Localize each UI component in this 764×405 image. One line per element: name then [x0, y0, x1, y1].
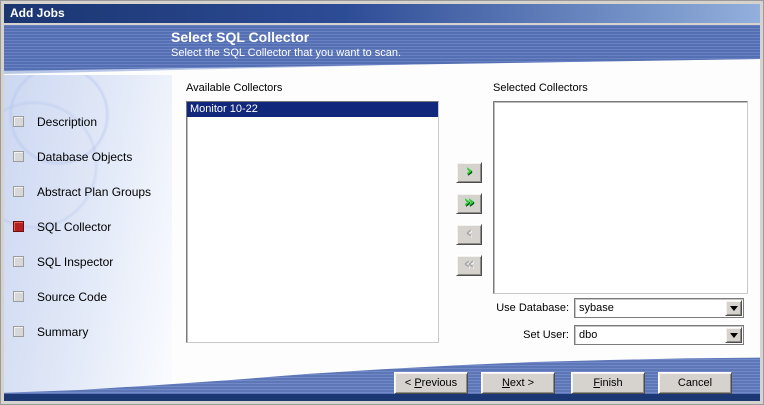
sidebar-item-description: Description — [4, 104, 172, 139]
chevron-right-icon: › — [465, 160, 473, 181]
set-user-select[interactable]: dbo — [574, 325, 744, 345]
move-all-right-button[interactable]: » — [456, 193, 482, 214]
use-database-dropdown-icon[interactable] — [725, 300, 742, 316]
wizard-steps-sidebar: Description Database Objects Abstract Plan… — [4, 75, 172, 394]
step-label: Description — [37, 114, 98, 129]
down-arrow-icon — [729, 305, 738, 311]
step-label: Summary — [37, 324, 89, 339]
sidebar-item-abstract-plan-groups: Abstract Plan Groups — [4, 174, 172, 209]
dialog-body: Select SQL Collector Select the SQL Coll… — [4, 25, 760, 401]
use-database-value: sybase — [579, 302, 614, 314]
finish-button[interactable]: Finish — [571, 372, 645, 394]
sidebar-item-database-objects: Database Objects — [4, 139, 172, 174]
previous-label: < — [404, 377, 415, 389]
set-user-label: Set User: — [523, 329, 569, 341]
step-status-icon — [13, 221, 24, 232]
move-left-button: ‹ — [456, 224, 482, 245]
set-user-value: dbo — [579, 329, 598, 341]
window-title: Add Jobs — [10, 6, 65, 20]
step-status-icon — [13, 326, 24, 337]
move-right-button[interactable]: › — [456, 162, 482, 183]
page-title: Select SQL Collector — [171, 29, 310, 45]
step-label: Source Code — [37, 289, 108, 304]
chevron-left-icon: ‹ — [465, 222, 473, 243]
sidebar-item-summary: Summary — [4, 314, 172, 349]
next-button[interactable]: Next > — [481, 372, 555, 394]
bottom-strip-decoration — [4, 394, 760, 401]
use-database-label: Use Database: — [496, 302, 569, 314]
step-status-icon — [13, 116, 24, 127]
set-user-dropdown-icon[interactable] — [725, 327, 742, 343]
double-chevron-left-icon: « — [463, 253, 475, 274]
page-subtitle: Select the SQL Collector that you want t… — [171, 47, 402, 59]
sidebar-item-sql-collector: SQL Collector — [4, 209, 172, 244]
sidebar-item-sql-inspector: SQL Inspector — [4, 244, 172, 279]
selected-collectors-label: Selected Collectors — [493, 82, 588, 94]
list-item[interactable]: Monitor 10-22 — [187, 102, 438, 117]
cancel-button[interactable]: Cancel — [658, 372, 732, 394]
available-collectors-list[interactable]: Monitor 10-22 — [186, 101, 439, 343]
step-status-icon — [13, 291, 24, 302]
step-label: Abstract Plan Groups — [37, 184, 152, 199]
selected-collectors-list[interactable] — [493, 101, 748, 294]
wizard-header: Select SQL Collector Select the SQL Coll… — [4, 25, 760, 75]
step-status-icon — [13, 151, 24, 162]
double-chevron-right-icon: » — [463, 191, 475, 212]
use-database-select[interactable]: sybase — [574, 298, 744, 318]
cancel-label: Cancel — [677, 377, 713, 389]
available-collectors-label: Available Collectors — [186, 82, 283, 94]
previous-button[interactable]: < Previous — [394, 372, 468, 394]
step-label: Database Objects — [37, 149, 133, 164]
titlebar[interactable]: Add Jobs — [4, 4, 760, 23]
add-jobs-dialog: Add Jobs Select SQL Collector Select the… — [0, 0, 764, 405]
move-all-left-button: « — [456, 255, 482, 276]
sidebar-item-source-code: Source Code — [4, 279, 172, 314]
step-status-icon — [13, 186, 24, 197]
transfer-button-group: › » ‹ « — [456, 162, 482, 276]
step-status-icon — [13, 256, 24, 267]
step-label: SQL Inspector — [37, 254, 114, 269]
down-arrow-icon — [729, 332, 738, 338]
step-label: SQL Collector — [37, 219, 112, 234]
